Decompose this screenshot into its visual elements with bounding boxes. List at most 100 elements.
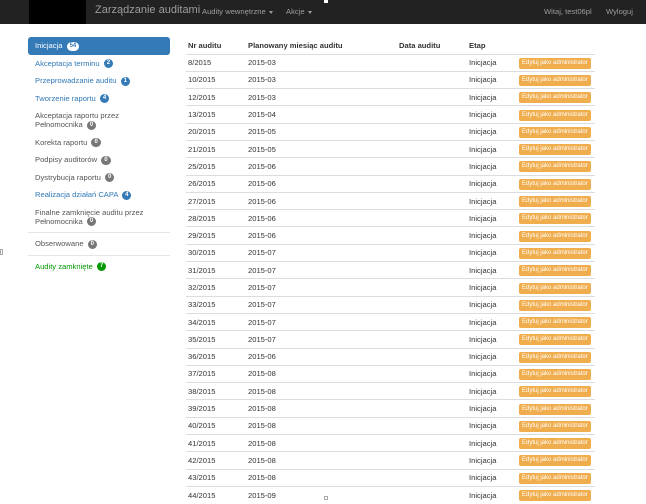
sidebar-item-label: Realizacja działań CAPA xyxy=(35,190,119,199)
stage-cell: Inicjacja xyxy=(467,70,517,89)
edit-as-admin-button[interactable]: Edytuj jako administrator xyxy=(519,178,591,190)
edit-as-admin-button[interactable]: Edytuj jako administrator xyxy=(519,230,591,242)
audit-number-cell: 20/2015 xyxy=(186,122,246,141)
audit-date-cell xyxy=(397,88,467,106)
edit-as-admin-button[interactable]: Edytuj jako administrator xyxy=(519,92,591,104)
edit-as-admin-button[interactable]: Edytuj jako administrator xyxy=(519,74,591,86)
sidebar-item[interactable]: Podpisy auditorów 0 xyxy=(28,151,170,169)
audit-date-cell xyxy=(397,70,467,89)
sidebar-item[interactable]: Audity zamknięte 7 xyxy=(28,258,170,276)
sidebar-item-label: Akceptacja raportu przez Pełnomocnika xyxy=(35,111,119,129)
edit-as-admin-button[interactable]: Edytuj jako administrator xyxy=(519,386,591,398)
edit-as-admin-button[interactable]: Edytuj jako administrator xyxy=(519,299,591,311)
table-row: 31/2015 2015-07 Inicjacja Edytuj jako admin… xyxy=(186,261,595,279)
sidebar-item[interactable]: Inicjacja 54 xyxy=(28,37,170,55)
edit-as-admin-button[interactable]: Edytuj jako administrator xyxy=(519,213,591,225)
edit-as-admin-button[interactable]: Edytuj jako administrator xyxy=(519,247,591,259)
stage-cell: Inicjacja xyxy=(467,399,517,418)
audit-date-cell xyxy=(397,312,467,331)
edit-as-admin-button[interactable]: Edytuj jako administrator xyxy=(519,455,591,467)
table-row: 44/2015 2015-09 Inicjacja Edytuj jako admin… xyxy=(186,485,595,504)
audit-number-cell: 12/2015 xyxy=(186,88,246,106)
sidebar-item[interactable]: Korekta raportu 0 xyxy=(28,134,170,152)
action-cell: Edytuj jako administrator xyxy=(517,347,595,366)
sidebar-item[interactable]: Obserwowane 0 xyxy=(28,235,170,253)
column-header[interactable]: Etap xyxy=(467,38,517,55)
stage-cell: Inicjacja xyxy=(467,451,517,470)
column-header[interactable]: Nr auditu xyxy=(186,38,246,55)
edit-as-admin-button[interactable]: Edytuj jako administrator xyxy=(519,403,591,415)
planned-month-cell: 2015-07 xyxy=(246,261,397,279)
logout-link[interactable]: Wyloguj xyxy=(606,7,633,16)
sidebar-item[interactable]: Finalne zamknięcie auditu przez Pełnomoc… xyxy=(28,204,170,231)
audit-date-cell xyxy=(397,416,467,435)
planned-month-cell: 2015-07 xyxy=(246,330,397,349)
sidebar-nav: Inicjacja 54 Akceptacja terminu 2 Przeprow… xyxy=(28,37,170,275)
edit-as-admin-button[interactable]: Edytuj jako administrator xyxy=(519,161,591,173)
column-header[interactable]: Planowany miesiąc auditu xyxy=(246,38,397,55)
audit-date-cell xyxy=(397,243,467,262)
action-cell: Edytuj jako administrator xyxy=(517,399,595,418)
edit-as-admin-button[interactable]: Edytuj jako administrator xyxy=(519,265,591,277)
page-marker xyxy=(324,0,328,3)
sidebar-item[interactable]: Akceptacja terminu 2 xyxy=(28,55,170,73)
planned-month-cell: 2015-08 xyxy=(246,364,397,383)
menu-audity-wewnetrzne[interactable]: Audity wewnętrzne xyxy=(202,7,273,16)
action-cell: Edytuj jako administrator xyxy=(517,416,595,435)
stage-cell: Inicjacja xyxy=(467,88,517,106)
action-cell: Edytuj jako administrator xyxy=(517,70,595,89)
sidebar-item[interactable]: Przeprowadzanie auditu 1 xyxy=(28,72,170,90)
planned-month-cell: 2015-06 xyxy=(246,157,397,176)
table-row: 39/2015 2015-08 Inicjacja Edytuj jako admin… xyxy=(186,399,595,418)
table-row: 41/2015 2015-08 Inicjacja Edytuj jako admin… xyxy=(186,434,595,452)
edit-as-admin-button[interactable]: Edytuj jako administrator xyxy=(519,282,591,294)
sidebar-item[interactable]: Realizacja działań CAPA 4 xyxy=(28,186,170,204)
count-badge: 0 xyxy=(104,173,115,182)
audit-number-cell: 27/2015 xyxy=(186,191,246,210)
sidebar-item-label: Korekta raportu xyxy=(35,137,88,147)
sidebar-item-label: Akceptacja terminu xyxy=(35,58,100,68)
audit-number-cell: 39/2015 xyxy=(186,399,246,418)
edit-as-admin-button[interactable]: Edytuj jako administrator xyxy=(519,420,591,432)
welcome-user-link[interactable]: Witaj, test06pl xyxy=(544,7,592,16)
planned-month-cell: 2015-07 xyxy=(246,243,397,262)
redacted-logo xyxy=(29,0,86,24)
edit-as-admin-button[interactable]: Edytuj jako administrator xyxy=(519,334,591,346)
edit-as-admin-button[interactable]: Edytuj jako administrator xyxy=(519,57,591,69)
sidebar-item[interactable]: Dystrybucja raportu 0 xyxy=(28,169,170,187)
table-row: 8/2015 2015-03 Inicjacja Edytuj jako admini… xyxy=(186,53,595,72)
planned-month-cell: 2015-07 xyxy=(246,312,397,331)
edit-as-admin-button[interactable]: Edytuj jako administrator xyxy=(519,317,591,329)
edit-as-admin-button[interactable]: Edytuj jako administrator xyxy=(519,126,591,138)
edit-as-admin-button[interactable]: Edytuj jako administrator xyxy=(519,472,591,484)
app-title[interactable]: Zarządzanie auditami xyxy=(95,4,200,16)
menu-akcje[interactable]: Akcje xyxy=(286,7,312,16)
sidebar-item[interactable]: Akceptacja raportu przez Pełnomocnika 0 xyxy=(28,107,170,134)
edit-as-admin-button[interactable]: Edytuj jako administrator xyxy=(519,144,591,156)
action-cell: Edytuj jako administrator xyxy=(517,451,595,470)
table-row: 33/2015 2015-07 Inicjacja Edytuj jako admin… xyxy=(186,295,595,314)
planned-month-cell: 2015-07 xyxy=(246,278,397,297)
audit-number-cell: 21/2015 xyxy=(186,139,246,158)
edit-as-admin-button[interactable]: Edytuj jako administrator xyxy=(519,196,591,208)
audit-number-cell: 37/2015 xyxy=(186,364,246,383)
action-cell: Edytuj jako administrator xyxy=(517,261,595,279)
stage-cell: Inicjacja xyxy=(467,139,517,158)
column-header xyxy=(517,38,595,55)
action-cell: Edytuj jako administrator xyxy=(517,295,595,314)
edit-as-admin-button[interactable]: Edytuj jako administrator xyxy=(519,109,591,121)
stage-cell: Inicjacja xyxy=(467,330,517,349)
edit-as-admin-button[interactable]: Edytuj jako administrator xyxy=(519,438,591,450)
action-cell: Edytuj jako administrator xyxy=(517,105,595,124)
edit-as-admin-button[interactable]: Edytuj jako administrator xyxy=(519,490,591,502)
edit-as-admin-button[interactable]: Edytuj jako administrator xyxy=(519,368,591,380)
stage-cell: Inicjacja xyxy=(467,434,517,452)
audit-date-cell xyxy=(397,451,467,470)
action-cell: Edytuj jako administrator xyxy=(517,468,595,487)
sidebar-item[interactable]: Tworzenie raportu 4 xyxy=(28,90,170,108)
edit-as-admin-button[interactable]: Edytuj jako administrator xyxy=(519,351,591,363)
column-header[interactable]: Data auditu xyxy=(397,38,467,55)
stage-cell: Inicjacja xyxy=(467,295,517,314)
table-row: 32/2015 2015-07 Inicjacja Edytuj jako admin… xyxy=(186,278,595,297)
audit-number-cell: 26/2015 xyxy=(186,174,246,193)
